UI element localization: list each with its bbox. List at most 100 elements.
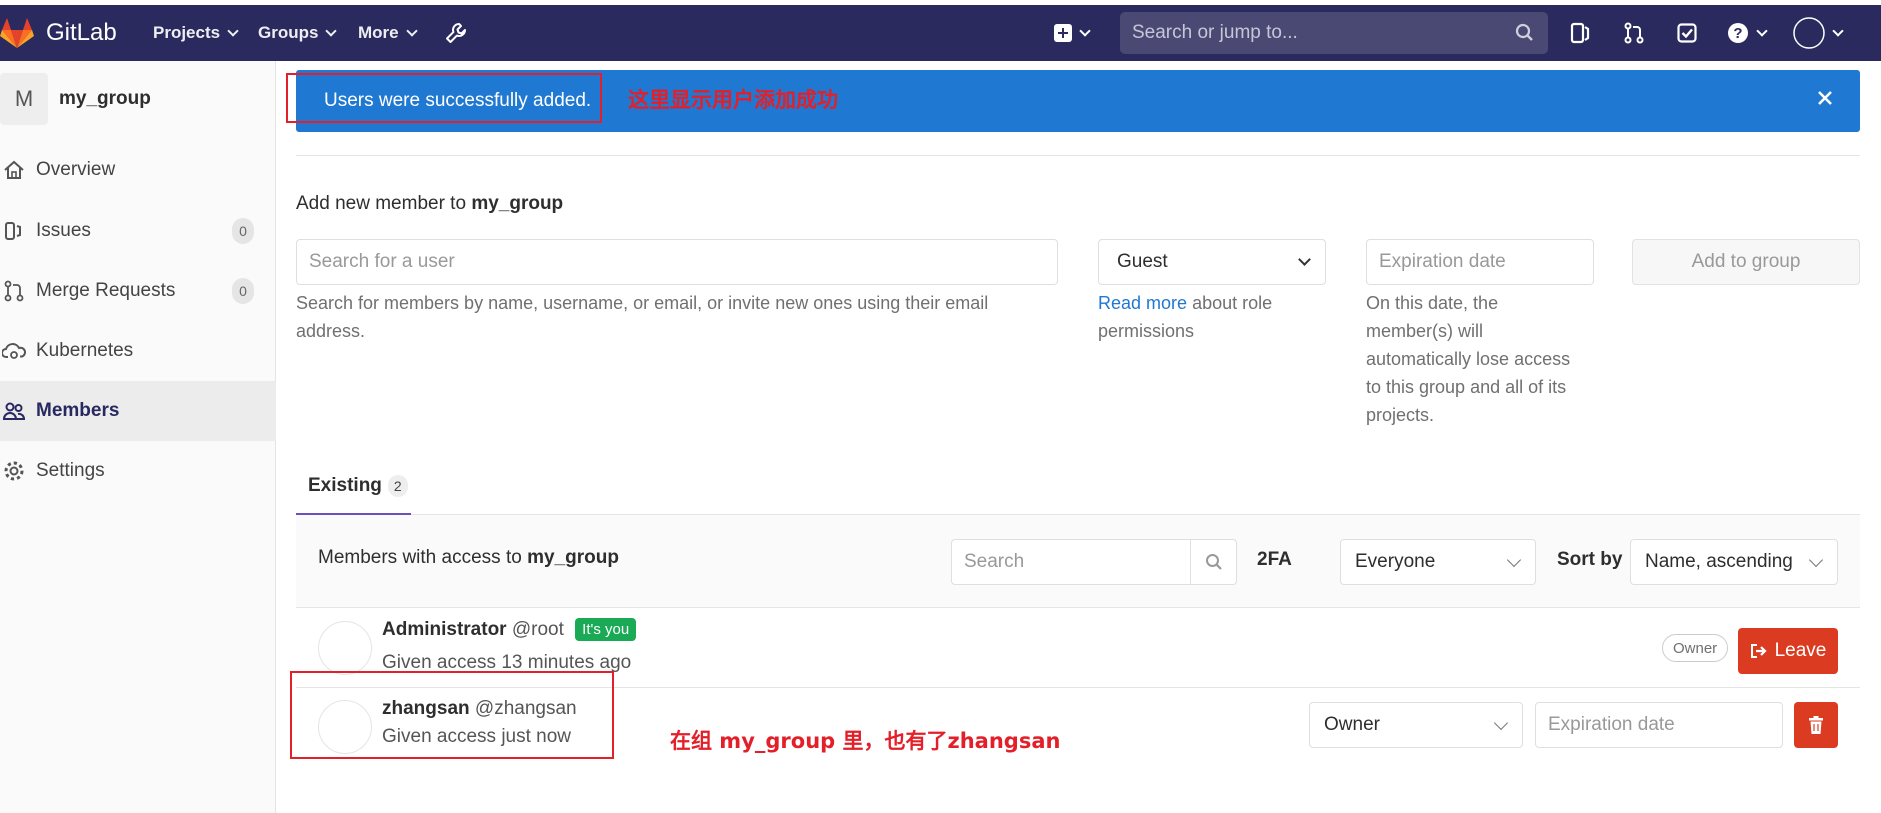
tab-existing-label: Existing (308, 475, 382, 496)
annotation-box-member (290, 671, 614, 759)
annotation-box-flash (286, 73, 602, 123)
members-title: Members with access to my_group (318, 547, 619, 569)
top-navbar: GitLab Projects Groups More Search or ju… (0, 5, 1881, 61)
search-icon (1205, 554, 1222, 570)
close-icon[interactable] (1816, 89, 1834, 107)
chevron-down-icon (1298, 253, 1311, 266)
merge-request-icon (2, 280, 26, 302)
read-more-link[interactable]: Read more (1098, 293, 1187, 313)
twofa-filter-select[interactable]: Everyone (1340, 539, 1536, 585)
issues-count-badge: 0 (232, 218, 254, 244)
sidebar-item-label: Kubernetes (36, 340, 134, 361)
gitlab-logo[interactable]: GitLab (0, 5, 117, 61)
web-ide-icon[interactable] (1570, 5, 1590, 61)
global-search-placeholder: Search or jump to... (1132, 22, 1298, 43)
sidebar-item-overview[interactable]: Overview (0, 140, 276, 200)
section-divider (296, 155, 1860, 156)
search-icon (1515, 23, 1533, 41)
sign-out-icon (1750, 644, 1767, 658)
access-level-value: Guest (1117, 251, 1168, 272)
add-to-group-button[interactable]: Add to group (1632, 239, 1860, 285)
global-search-input[interactable]: Search or jump to... (1120, 12, 1548, 54)
twofa-label: 2FA (1257, 549, 1292, 570)
user-search-help: Search for members by name, username, or… (296, 293, 989, 341)
member-role-select[interactable]: Owner (1309, 702, 1523, 748)
help-dropdown[interactable]: ? (1727, 5, 1768, 61)
group-name: my_group (59, 88, 151, 109)
groups-menu[interactable]: Groups (258, 5, 338, 61)
user-avatar-icon (1793, 17, 1825, 49)
remove-member-button[interactable] (1794, 702, 1838, 748)
home-icon (2, 160, 26, 180)
expiration-date-placeholder: Expiration date (1379, 251, 1506, 272)
members-search-button[interactable] (1190, 540, 1236, 584)
member-name[interactable]: Administrator (382, 619, 507, 640)
its-you-badge: It's you (575, 618, 637, 641)
sidebar-item-settings[interactable]: Settings (0, 441, 276, 501)
more-menu[interactable]: More (358, 5, 418, 61)
sidebar-item-kubernetes[interactable]: Kubernetes (0, 321, 276, 381)
sidebar-item-issues[interactable]: Issues 0 (0, 201, 276, 261)
sidebar-item-members[interactable]: Members (0, 381, 276, 441)
member-expiration-input[interactable]: Expiration date (1535, 702, 1783, 748)
leave-button[interactable]: Leave (1738, 628, 1838, 674)
tab-existing[interactable]: Existing 2 (296, 459, 411, 515)
merge-requests-icon[interactable] (1624, 5, 1644, 61)
add-member-title: Add new member to my_group (296, 193, 563, 215)
svg-text:?: ? (1733, 25, 1742, 42)
group-avatar: M (0, 73, 48, 125)
chevron-down-icon (227, 24, 239, 37)
trash-icon (1809, 716, 1823, 734)
access-level-select[interactable]: Guest (1098, 239, 1326, 285)
role-help: Read more about role permissions (1098, 289, 1298, 345)
admin-wrench-icon[interactable] (445, 5, 467, 61)
projects-menu[interactable]: Projects (153, 5, 239, 61)
member-name-line: Administrator @root It's you (382, 618, 637, 641)
sidebar-item-label: Members (36, 400, 120, 421)
expiration-date-input[interactable]: Expiration date (1366, 239, 1594, 285)
members-search-placeholder: Search (964, 551, 1025, 572)
tab-existing-count: 2 (387, 475, 408, 497)
sort-by-value: Name, ascending (1645, 551, 1793, 572)
annotation-text-flash: 这里显示用户添加成功 (628, 88, 838, 112)
gitlab-fox-icon (0, 18, 34, 48)
sort-by-label: Sort by (1557, 549, 1623, 570)
sidebar-item-label: Merge Requests (36, 280, 176, 301)
chevron-down-icon (1808, 552, 1824, 568)
todos-icon[interactable] (1677, 5, 1697, 61)
avatar[interactable] (318, 621, 372, 675)
members-title-prefix: Members with access to (318, 547, 522, 568)
question-circle-icon: ? (1728, 23, 1748, 43)
sidebar-item-merge-requests[interactable]: Merge Requests 0 (0, 261, 276, 321)
new-item-dropdown[interactable] (1054, 5, 1091, 61)
chevron-down-icon (1493, 715, 1509, 731)
user-menu-dropdown[interactable] (1793, 5, 1844, 61)
issues-icon (2, 220, 26, 242)
user-search-placeholder: Search for a user (309, 251, 455, 272)
sidebar-item-label: Overview (36, 159, 116, 180)
twofa-filter-value: Everyone (1355, 551, 1436, 572)
sidebar-item-label: Settings (36, 460, 105, 481)
members-search-input[interactable]: Search (951, 539, 1237, 585)
more-label: More (358, 23, 399, 42)
cloud-gear-icon (2, 341, 26, 361)
gear-icon (2, 460, 26, 482)
expiration-help: On this date, the member(s) will automat… (1366, 293, 1571, 425)
user-search-input[interactable]: Search for a user (296, 239, 1058, 285)
projects-label: Projects (153, 23, 221, 42)
groups-label: Groups (258, 23, 319, 42)
sidebar-group-header[interactable]: M my_group (0, 73, 151, 125)
users-icon (2, 401, 26, 421)
chevron-down-icon (1832, 24, 1844, 37)
merge-requests-count-badge: 0 (232, 278, 254, 304)
add-member-title-prefix: Add new member to (296, 193, 467, 214)
chevron-down-icon (1079, 24, 1091, 37)
annotation-text-member: 在组 my_group 里，也有了zhangsan (670, 729, 1061, 753)
role-badge: Owner (1662, 634, 1729, 662)
brand-name: GitLab (46, 19, 117, 46)
sidebar-item-label: Issues (36, 220, 91, 241)
chevron-down-icon (325, 24, 338, 37)
chevron-down-icon (1756, 24, 1768, 37)
members-title-group: my_group (527, 547, 619, 568)
sort-by-select[interactable]: Name, ascending (1630, 539, 1838, 585)
